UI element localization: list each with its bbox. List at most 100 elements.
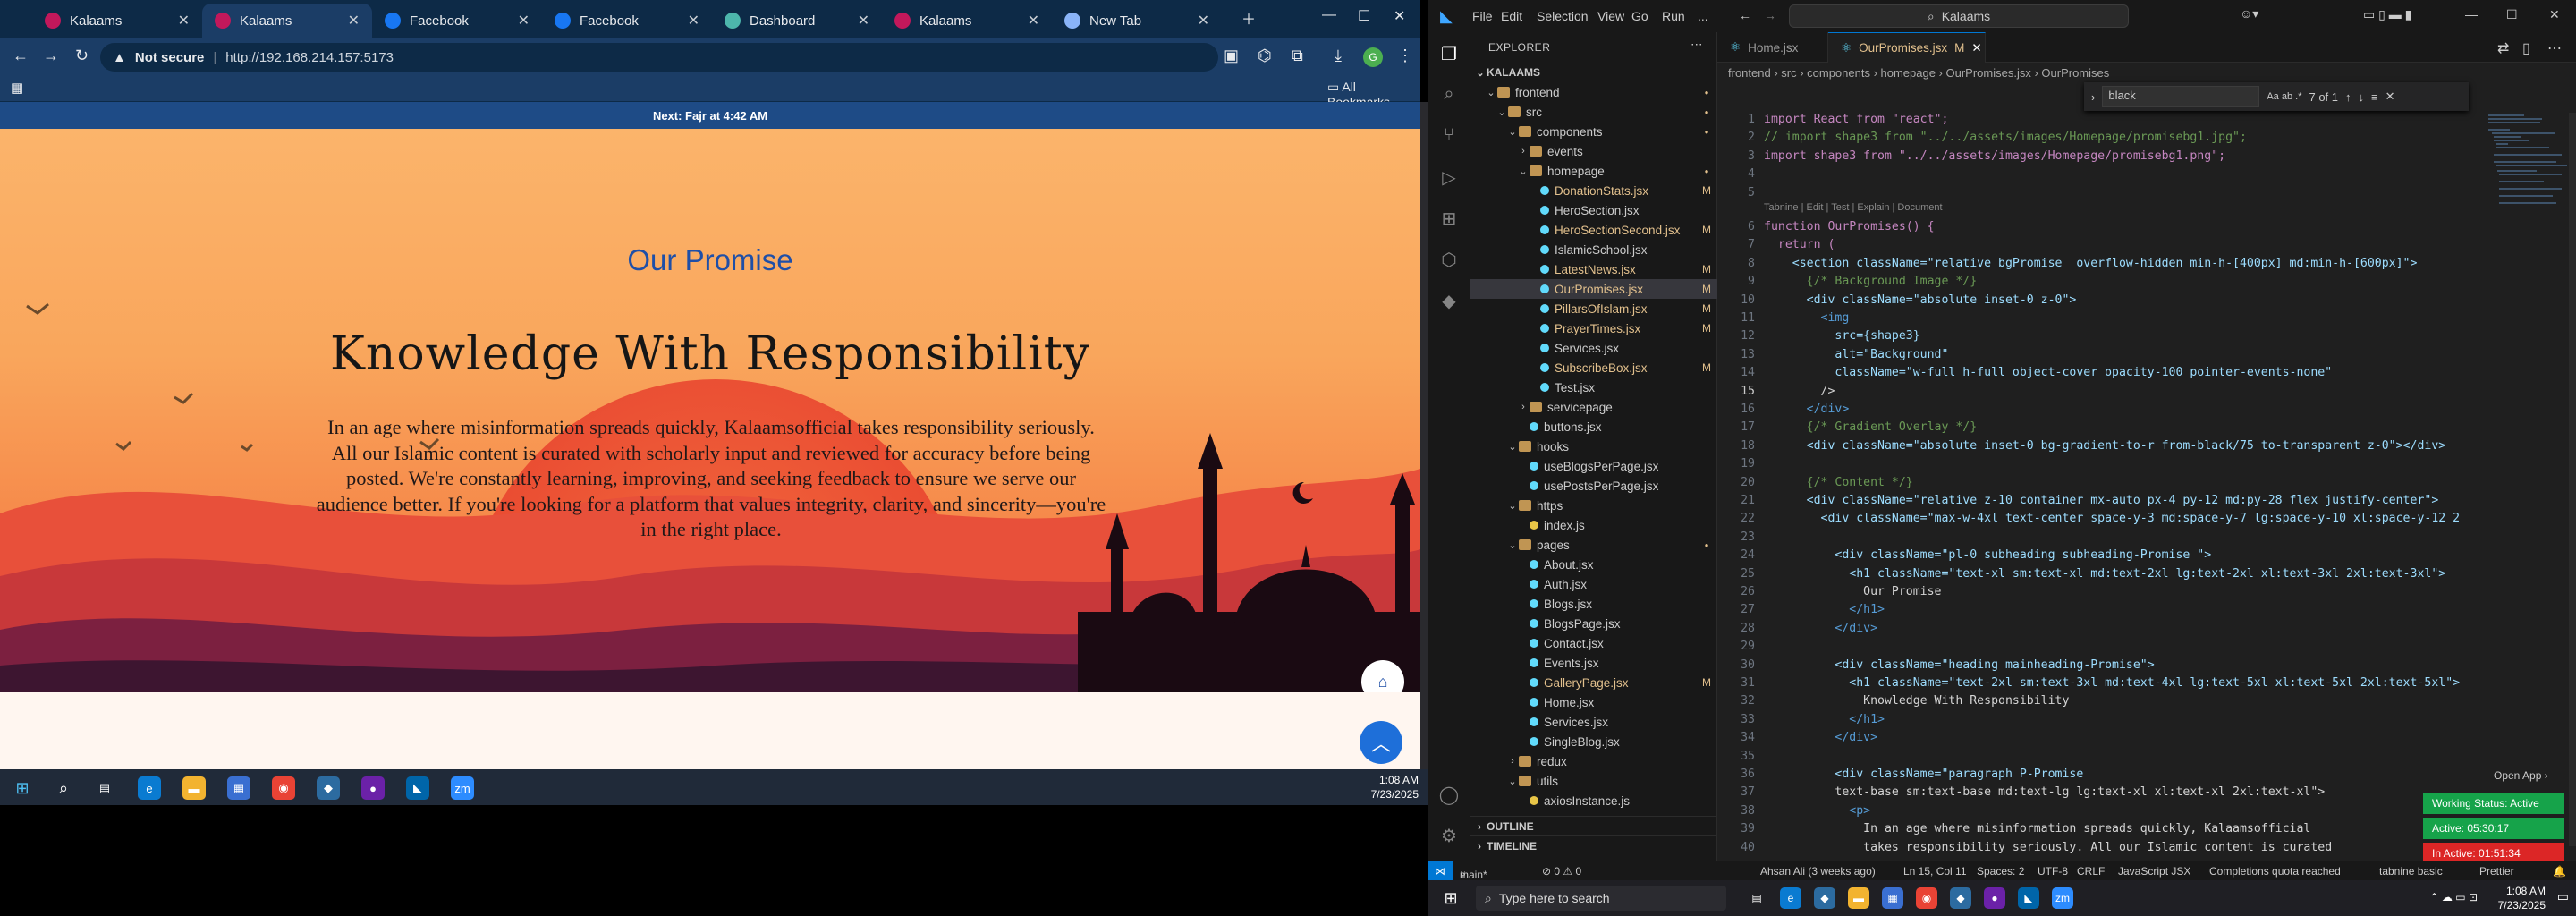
workspace-root[interactable]: ⌄ KALAAMS	[1470, 63, 1717, 82]
zoom-icon[interactable]: zm	[2052, 887, 2073, 909]
notifications-icon[interactable]: 🔔	[2553, 865, 2566, 878]
file-item[interactable]: buttons.jsx	[1470, 417, 1717, 437]
file-item[interactable]: GalleryPage.jsx M	[1470, 673, 1717, 692]
folder-item[interactable]: › servicepage	[1470, 397, 1717, 417]
app-icon[interactable]: ◆	[1950, 887, 1971, 909]
problems-count[interactable]: ⊘ 0 ⚠ 0	[1542, 865, 1581, 878]
find-input[interactable]: black	[2102, 86, 2260, 107]
remote-icon[interactable]: ⬡	[1438, 249, 1460, 270]
folder-item[interactable]: › redux	[1470, 751, 1717, 771]
store-icon[interactable]: ▦	[1882, 887, 1903, 909]
browser-tab[interactable]: Facebook ✕	[542, 4, 712, 38]
prettier-status[interactable]: Prettier	[2479, 865, 2514, 878]
settings-gear-icon[interactable]: ⚙	[1438, 825, 1460, 846]
zoom-icon[interactable]: zm	[451, 776, 474, 800]
outline-section[interactable]: › OUTLINE	[1470, 816, 1717, 835]
folder-item[interactable]: ⌄ pages ●	[1470, 535, 1717, 555]
menu-item[interactable]: ...	[1698, 9, 1708, 23]
file-item[interactable]: Auth.jsx	[1470, 574, 1717, 594]
chrome-taskbar-icon[interactable]: ◉	[272, 776, 295, 800]
task-view-icon[interactable]: ▤	[1746, 887, 1767, 909]
menu-item[interactable]: Selection	[1537, 9, 1589, 23]
back-icon[interactable]: ←	[13, 47, 29, 65]
encoding[interactable]: UTF-8	[2038, 865, 2068, 878]
maximize-icon[interactable]: ☐	[1358, 7, 1370, 25]
windows-start-icon[interactable]: ⊞	[1440, 887, 1462, 909]
file-item[interactable]: Test.jsx	[1470, 377, 1717, 397]
file-item[interactable]: OurPromises.jsx M	[1470, 279, 1717, 299]
search-icon[interactable]: ⌕	[1438, 84, 1460, 106]
forward-icon[interactable]: →	[43, 47, 59, 65]
edge-icon[interactable]: e	[138, 776, 161, 800]
git-blame[interactable]: Ahsan Ali (3 weeks ago)	[1760, 865, 1876, 878]
puzzle-icon[interactable]: ⧉	[1292, 47, 1303, 65]
file-item[interactable]: Services.jsx	[1470, 338, 1717, 358]
file-item[interactable]: LatestNews.jsx M	[1470, 259, 1717, 279]
notification-center-icon[interactable]: ▭	[2557, 889, 2569, 904]
close-tab-icon[interactable]: ✕	[688, 12, 699, 30]
github-icon[interactable]: ●	[361, 776, 385, 800]
download-icon[interactable]: ⤓	[1335, 47, 1342, 65]
menu-item[interactable]: Edit	[1501, 9, 1522, 23]
layout-icons[interactable]: ▭ ▯ ▬ ▮	[2363, 7, 2411, 22]
close-window-icon[interactable]: ✕	[1394, 7, 1405, 25]
file-explorer-icon[interactable]: ▬	[182, 776, 206, 800]
browser-tab[interactable]: Facebook ✕	[372, 4, 542, 38]
profile-extension-icon[interactable]: ⌬	[1258, 47, 1272, 65]
chrome-taskbar-icon[interactable]: ◉	[1916, 887, 1937, 909]
code-editor[interactable]: 1 import React from "react"; 2 // import sh…	[1717, 113, 2460, 855]
extensions-icon[interactable]: ⊞	[1438, 208, 1460, 229]
app-icon[interactable]: ◆	[317, 776, 340, 800]
remote-indicator-icon[interactable]: ⋈	[1428, 861, 1453, 880]
file-item[interactable]: Services.jsx	[1470, 712, 1717, 732]
tabnine-status[interactable]: tabnine basic	[2379, 865, 2443, 878]
close-tab-icon[interactable]: ✕	[1028, 12, 1039, 30]
app-icon[interactable]: ◆	[1814, 887, 1835, 909]
editor-scrollbar[interactable]	[2569, 113, 2576, 846]
minimize-icon[interactable]: —	[2465, 7, 2478, 21]
taskbar-search[interactable]: ⌕ Type here to search	[1476, 886, 1726, 911]
reload-icon[interactable]: ↻	[75, 47, 89, 65]
arrow-down-icon[interactable]: ↓	[2359, 90, 2365, 104]
file-item[interactable]: usePostsPerPage.jsx	[1470, 476, 1717, 496]
profile-avatar[interactable]: G	[1363, 47, 1383, 67]
close-tab-icon[interactable]: ✕	[518, 12, 530, 30]
selection-icon[interactable]: ≡	[2371, 90, 2378, 104]
minimap[interactable]	[2487, 113, 2567, 220]
nav-back-icon[interactable]: ←	[1739, 8, 1751, 22]
compare-icon[interactable]: ⇄	[2497, 39, 2509, 57]
run-debug-icon[interactable]: ▷	[1438, 166, 1460, 188]
menu-item[interactable]: Run	[1662, 9, 1685, 23]
indentation[interactable]: Spaces: 2	[1977, 865, 2024, 878]
file-item[interactable]: Contact.jsx	[1470, 633, 1717, 653]
minimize-icon[interactable]: —	[1322, 7, 1336, 23]
file-item[interactable]: HeroSection.jsx	[1470, 200, 1717, 220]
folder-item[interactable]: ⌄ src ●	[1470, 102, 1717, 122]
account-icon[interactable]: ◯	[1438, 784, 1460, 805]
url-text[interactable]: http://192.168.214.157:5173	[225, 50, 394, 65]
file-item[interactable]: index.js	[1470, 515, 1717, 535]
store-icon[interactable]: ▦	[227, 776, 250, 800]
split-editor-icon[interactable]: ▯	[2522, 39, 2530, 57]
arrow-up-icon[interactable]: ↑	[2345, 90, 2351, 104]
folder-item[interactable]: ⌄ frontend ●	[1470, 82, 1717, 102]
file-item[interactable]: About.jsx	[1470, 555, 1717, 574]
folder-item[interactable]: ⌄ components ●	[1470, 122, 1717, 141]
browser-tab[interactable]: Kalaams ✕	[882, 4, 1052, 38]
file-item[interactable]: useBlogsPerPage.jsx	[1470, 456, 1717, 476]
folder-item[interactable]: ⌄ homepage ●	[1470, 161, 1717, 181]
line-ending[interactable]: CRLF	[2077, 865, 2105, 878]
close-tab-icon[interactable]: ✕	[1198, 12, 1209, 30]
menu-dots-icon[interactable]: ⋮	[1397, 47, 1413, 65]
browser-tab[interactable]: Kalaams ✕	[202, 4, 372, 38]
timeline-section[interactable]: › TIMELINE	[1470, 835, 1717, 855]
task-view-icon[interactable]: ▤	[93, 776, 116, 800]
page-scrollbar[interactable]	[1420, 102, 1428, 769]
more-actions-icon[interactable]: ⋯	[2547, 39, 2562, 57]
close-tab-icon[interactable]: ✕	[348, 12, 360, 30]
windows-start-icon[interactable]: ⊞	[11, 776, 34, 800]
copilot-quota[interactable]: Completions quota reached	[2209, 865, 2341, 878]
folder-item[interactable]: ⌄ utils	[1470, 771, 1717, 791]
file-item[interactable]: Events.jsx	[1470, 653, 1717, 673]
menu-item[interactable]: Go	[1631, 9, 1648, 23]
